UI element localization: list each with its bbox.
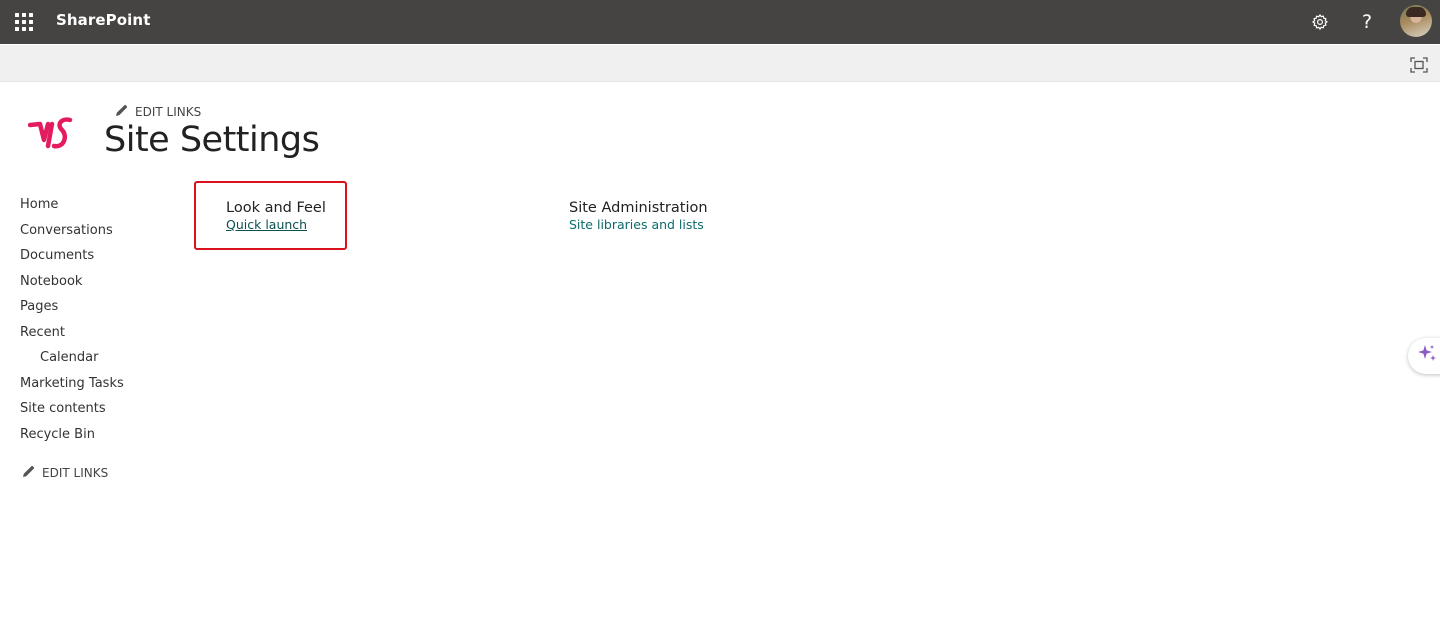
sparkle-icon (1416, 343, 1438, 369)
page-title: Site Settings (104, 120, 320, 160)
nav-item-recent[interactable]: Recent (20, 325, 180, 351)
section-site-administration: Site Administration Site libraries and l… (569, 199, 708, 233)
ribbon-bar (0, 45, 1440, 82)
nav-item-recycle-bin[interactable]: Recycle Bin (20, 427, 180, 453)
edit-links-top[interactable]: EDIT LINKS (115, 104, 201, 120)
nav-item-home[interactable]: Home (20, 197, 180, 223)
section-heading: Site Administration (569, 200, 708, 216)
copilot-button[interactable] (1408, 338, 1440, 374)
app-name[interactable]: SharePoint (56, 11, 150, 29)
nav-item-pages[interactable]: Pages (20, 299, 180, 325)
edit-links-label: EDIT LINKS (42, 466, 109, 480)
nav-item-conversations[interactable]: Conversations (20, 223, 180, 249)
edit-links-label: EDIT LINKS (135, 105, 202, 119)
nav-item-notebook[interactable]: Notebook (20, 274, 180, 300)
edit-links-bottom[interactable]: EDIT LINKS (22, 465, 108, 481)
suite-bar: SharePoint ? (0, 0, 1440, 44)
nav-item-marketing-tasks[interactable]: Marketing Tasks (20, 376, 180, 402)
avatar[interactable] (1400, 5, 1432, 37)
focus-mode-icon[interactable] (1410, 57, 1428, 73)
nav-item-documents[interactable]: Documents (20, 248, 180, 274)
pencil-icon (115, 104, 128, 120)
help-glyph: ? (1361, 11, 1373, 33)
help-icon[interactable]: ? (1355, 10, 1379, 34)
section-heading: Look and Feel (226, 200, 326, 216)
pencil-icon (22, 465, 35, 481)
gear-icon[interactable] (1308, 10, 1332, 34)
nav-item-calendar[interactable]: Calendar (20, 350, 180, 376)
nav-item-site-contents[interactable]: Site contents (20, 401, 180, 427)
quick-launch-nav: Home Conversations Documents Notebook Pa… (20, 197, 180, 452)
app-launcher-waffle-icon[interactable] (15, 13, 33, 31)
quick-launch-link[interactable]: Quick launch (226, 217, 326, 233)
site-libraries-and-lists-link[interactable]: Site libraries and lists (569, 217, 708, 233)
section-look-and-feel: Look and Feel Quick launch (226, 199, 326, 233)
site-logo[interactable] (27, 116, 76, 154)
